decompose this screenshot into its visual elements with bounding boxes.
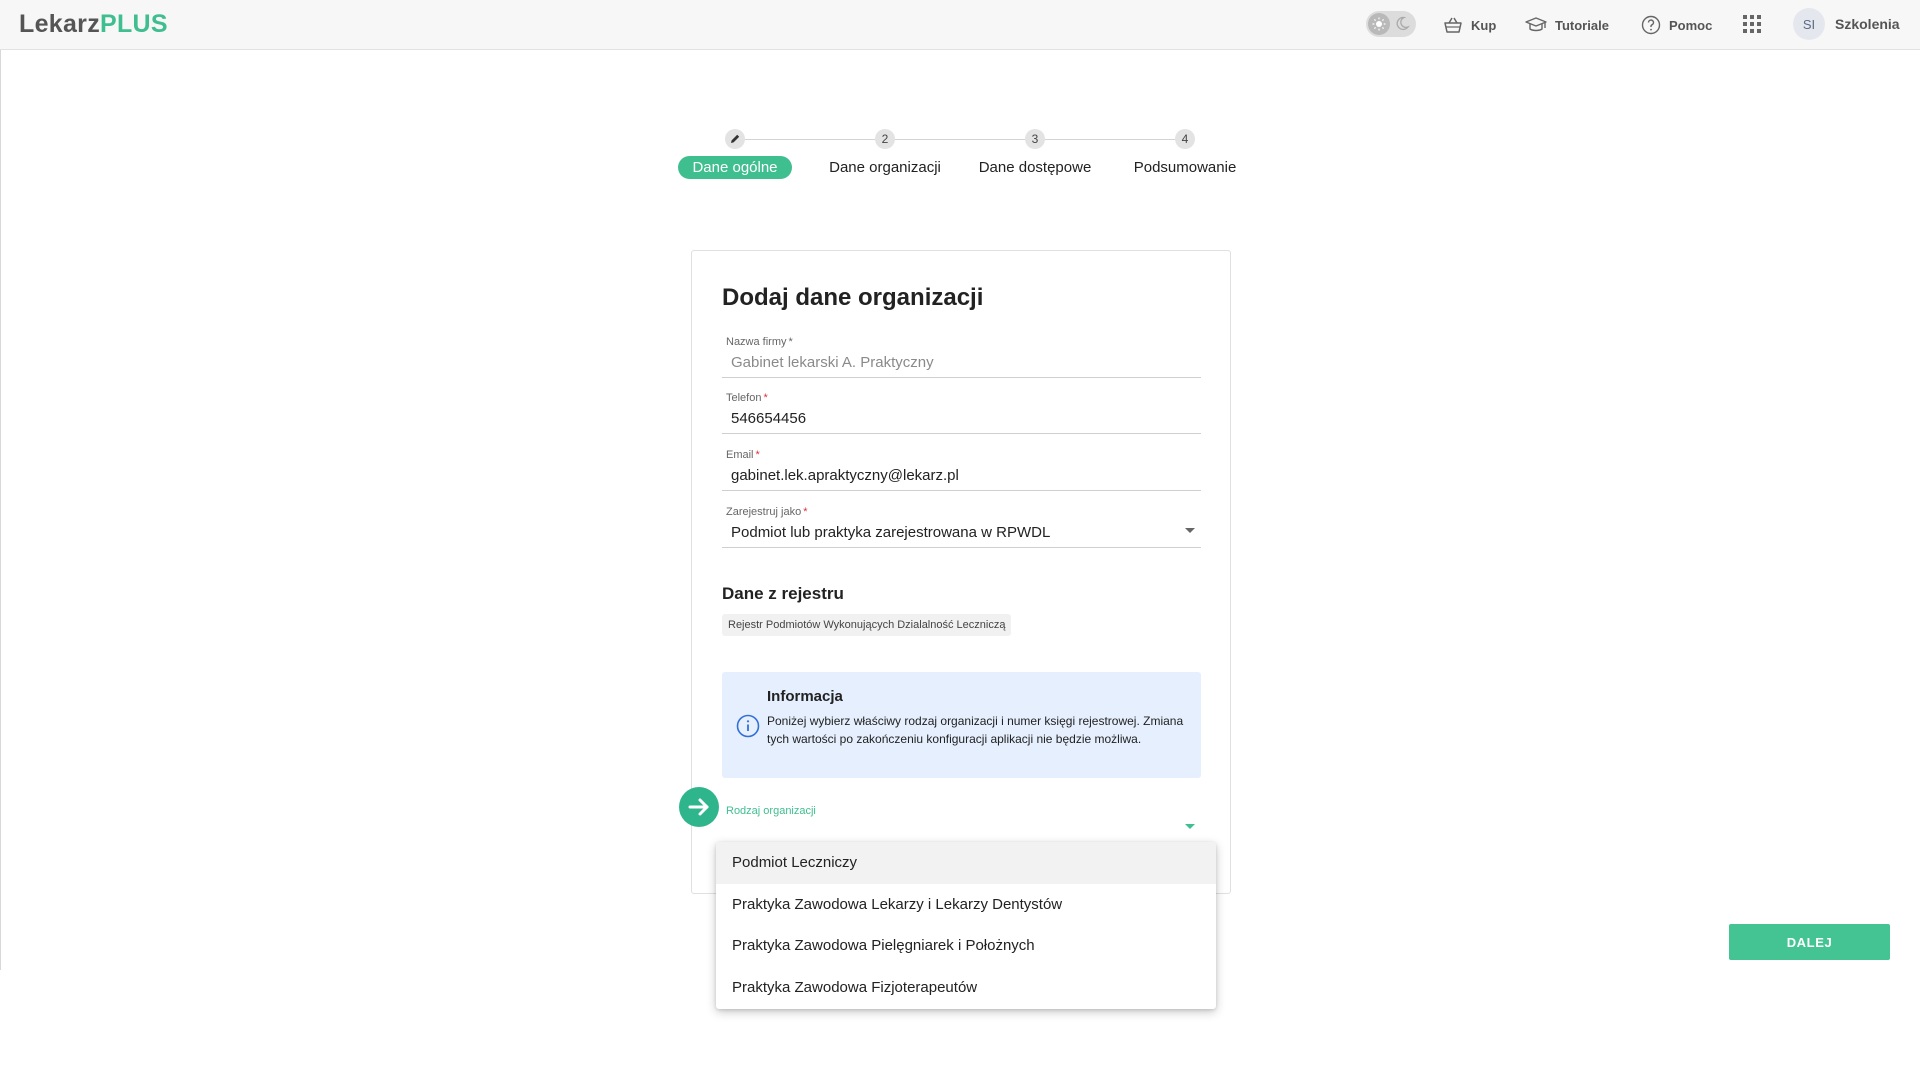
registry-chip: Rejestr Podmiotów Wykonujących Dzialalno… xyxy=(722,614,1012,636)
info-text: Poniżej wybierz właściwy rodzaj organiza… xyxy=(767,714,1184,746)
step-dane-dostepowe[interactable]: 3 Dane dostępowe xyxy=(955,129,1115,179)
required-mark: * xyxy=(803,506,808,518)
top-bar: LekarzPLUS Kup Tutoriale Pomoc SI Szkole… xyxy=(0,0,1920,50)
phone-label: Telefon * xyxy=(726,392,768,404)
organization-form-card: Dodaj dane organizacji Nazwa firmy * Gabi… xyxy=(691,250,1231,894)
register-as-select[interactable]: Zarejestruj jako * Podmiot lub praktyka z… xyxy=(722,501,1201,548)
register-as-value: Podmiot lub praktyka zarejestrowana w RP… xyxy=(731,524,1051,541)
step-dane-organizacji[interactable]: 2 Dane organizacji xyxy=(805,129,965,179)
nav-tutoriale-label: Tutoriale xyxy=(1555,17,1609,33)
step-number: 2 xyxy=(875,129,895,149)
nav-kup-label: Kup xyxy=(1471,17,1497,33)
chevron-down-icon xyxy=(1185,824,1195,829)
step-podsumowanie[interactable]: 4 Podsumowanie xyxy=(1105,129,1265,179)
info-title: Informacja xyxy=(767,688,843,705)
nav-pomoc[interactable]: Pomoc xyxy=(1641,14,1712,36)
dropdown-option[interactable]: Praktyka Zawodowa Lekarzy i Lekarzy Dent… xyxy=(716,884,1216,926)
step-dane-ogolne[interactable]: Dane ogólne xyxy=(655,129,815,179)
organization-type-select[interactable]: Rodzaj organizacji xyxy=(722,800,1201,840)
organization-type-label: Rodzaj organizacji xyxy=(726,805,816,817)
required-mark: * xyxy=(788,336,793,348)
step-label: Dane ogólne xyxy=(678,156,792,179)
app-logo[interactable]: LekarzPLUS xyxy=(19,10,168,39)
dropdown-option[interactable]: Praktyka Zawodowa Pielęgniarek i Położny… xyxy=(716,925,1216,967)
chevron-down-icon xyxy=(1185,528,1195,533)
required-mark: * xyxy=(763,392,768,404)
dropdown-option[interactable]: Podmiot Leczniczy xyxy=(716,842,1216,884)
company-name-value: Gabinet lekarski A. Praktyczny xyxy=(731,354,934,371)
next-button[interactable]: DALEJ xyxy=(1729,924,1890,960)
phone-value: 546654456 xyxy=(731,410,807,427)
help-circle-icon xyxy=(1641,15,1661,35)
email-value: gabinet.lek.apraktyczny@lekarz.pl xyxy=(731,467,959,484)
phone-field[interactable]: Telefon * 546654456 xyxy=(722,387,1201,434)
basket-icon xyxy=(1443,16,1463,34)
moon-icon xyxy=(1394,15,1410,36)
nav-tutoriale[interactable]: Tutoriale xyxy=(1525,14,1609,36)
step-label: Dane organizacji xyxy=(829,159,941,176)
required-mark: * xyxy=(755,449,760,461)
register-as-label: Zarejestruj jako * xyxy=(726,506,808,518)
registry-section-title: Dane z rejestru xyxy=(722,584,844,603)
info-icon xyxy=(736,714,760,743)
company-name-label: Nazwa firmy * xyxy=(726,336,793,348)
arrow-right-icon xyxy=(679,787,719,827)
step-label: Dane dostępowe xyxy=(978,159,1092,176)
step-number: 4 xyxy=(1175,129,1195,149)
pencil-icon xyxy=(725,129,745,149)
logo-part-plus: PLUS xyxy=(100,10,168,38)
user-name[interactable]: Szkolenia xyxy=(1835,16,1900,32)
info-box: Informacja Poniżej wybierz właściwy rodz… xyxy=(722,672,1201,778)
form-title: Dodaj dane organizacji xyxy=(722,284,984,311)
nav-kup[interactable]: Kup xyxy=(1443,14,1496,36)
logo-part-lekarz: Lekarz xyxy=(19,10,101,38)
step-label: Podsumowanie xyxy=(1133,159,1237,176)
graduation-cap-icon xyxy=(1525,16,1547,34)
organization-type-dropdown: Podmiot Leczniczy Praktyka Zawodowa Leka… xyxy=(716,842,1216,1009)
email-field[interactable]: Email * gabinet.lek.apraktyczny@lekarz.pl xyxy=(722,444,1201,491)
dropdown-option[interactable]: Praktyka Zawodowa Fizjoterapeutów xyxy=(716,967,1216,1009)
email-label: Email * xyxy=(726,449,760,461)
company-name-field[interactable]: Nazwa firmy * Gabinet lekarski A. Praktyc… xyxy=(722,331,1201,378)
nav-pomoc-label: Pomoc xyxy=(1669,17,1713,33)
theme-toggle[interactable] xyxy=(1366,11,1416,37)
sun-icon xyxy=(1368,13,1390,35)
step-number: 3 xyxy=(1025,129,1045,149)
avatar[interactable]: SI xyxy=(1793,8,1825,40)
apps-grid-icon[interactable] xyxy=(1743,15,1761,33)
page-left-border xyxy=(0,50,1,970)
